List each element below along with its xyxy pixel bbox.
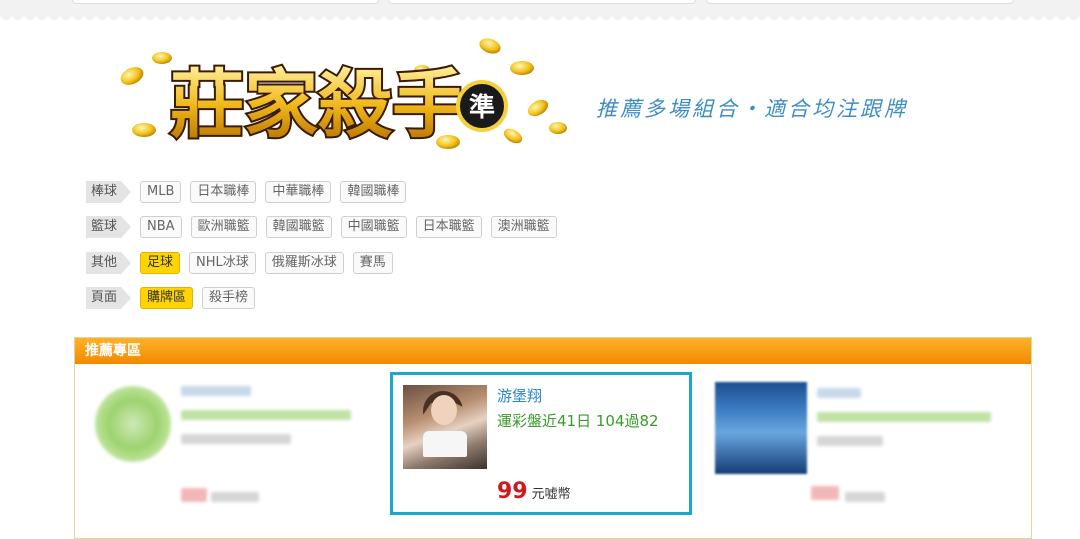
top-tab-2[interactable] [388, 0, 696, 4]
price-unit: 元嘘幣 [531, 487, 571, 502]
nav-tag-nhl[interactable]: NHL冰球 [189, 252, 256, 274]
nav-tag-australia-basketball[interactable]: 澳洲職籃 [490, 216, 557, 238]
panel-title: 推薦專區 [75, 338, 1031, 364]
price-value: 99 [497, 479, 528, 504]
category-label: 其他 [86, 252, 131, 274]
logo-badge: 準 [469, 92, 495, 123]
nav-tag-soccer[interactable]: 足球 [140, 252, 181, 274]
price-block: 99 元嘘幣 [497, 479, 571, 504]
avatar [95, 386, 171, 462]
logo-text: 莊家殺手 [170, 62, 466, 148]
nav-tag-nba[interactable]: NBA [140, 216, 182, 238]
nav-tag-japan-basketball[interactable]: 日本職籃 [415, 216, 482, 238]
blurred-price [811, 486, 839, 500]
logo-graphic: 莊家殺手 準 [120, 38, 567, 150]
nav-tag-euro-basketball[interactable]: 歐洲職籃 [190, 216, 257, 238]
avatar [715, 382, 807, 474]
nav-row-other: 其他 足球 NHL冰球 俄羅斯冰球 賽馬 [86, 251, 393, 275]
nav-tag-china-basketball[interactable]: 中國職籃 [340, 216, 407, 238]
tipster-record: 運彩盤近41日 104過82 [497, 412, 659, 430]
category-label: 籃球 [86, 216, 131, 238]
nav-tag-cpbl[interactable]: 中華職棒 [265, 181, 332, 203]
category-label: 棒球 [86, 181, 131, 203]
blurred-name [817, 388, 861, 398]
site-logo[interactable]: 莊家殺手 準 [118, 32, 578, 162]
slogan: 推薦多場組合・適合均注跟牌 [596, 97, 908, 121]
nav-tag-npb[interactable]: 日本職棒 [190, 181, 257, 203]
nav-tag-killer-ranking[interactable]: 殺手榜 [202, 287, 256, 309]
recommend-card-blurred-right[interactable] [699, 372, 991, 512]
top-nav-strip [0, 0, 1080, 20]
recommend-card-blurred-left[interactable] [77, 372, 367, 512]
blurred-name [181, 386, 251, 396]
blurred-meta [181, 434, 291, 444]
recommend-card-featured[interactable]: 游堡翔 運彩盤近41日 104過82 99 元嘘幣 [390, 372, 692, 515]
top-tab-1[interactable] [72, 0, 379, 4]
nav-tag-mlb[interactable]: MLB [140, 181, 182, 203]
nav-tag-kbo[interactable]: 韓國職棒 [340, 181, 407, 203]
nav-row-pages: 頁面 購牌區 殺手榜 [86, 286, 256, 310]
category-label: 頁面 [86, 287, 131, 309]
top-tab-3[interactable] [706, 0, 1014, 4]
blurred-price [181, 488, 207, 502]
tipster-photo [403, 385, 487, 469]
nav-row-basketball: 籃球 NBA 歐洲職籃 韓國職籃 中國職籃 日本職籃 澳洲職籃 [86, 215, 557, 239]
blurred-unit [211, 492, 259, 502]
blurred-unit [845, 492, 885, 502]
nav-tag-khl[interactable]: 俄羅斯冰球 [264, 252, 344, 274]
nav-row-baseball: 棒球 MLB 日本職棒 中華職棒 韓國職棒 [86, 180, 407, 204]
blurred-meta [817, 436, 883, 446]
blurred-record [181, 410, 351, 420]
nav-tag-korea-basketball[interactable]: 韓國職籃 [265, 216, 332, 238]
tipster-name[interactable]: 游堡翔 [497, 385, 542, 406]
nav-tag-buy-picks[interactable]: 購牌區 [140, 287, 194, 309]
blurred-record [817, 412, 991, 422]
nav-tag-horse-racing[interactable]: 賽馬 [352, 252, 393, 274]
